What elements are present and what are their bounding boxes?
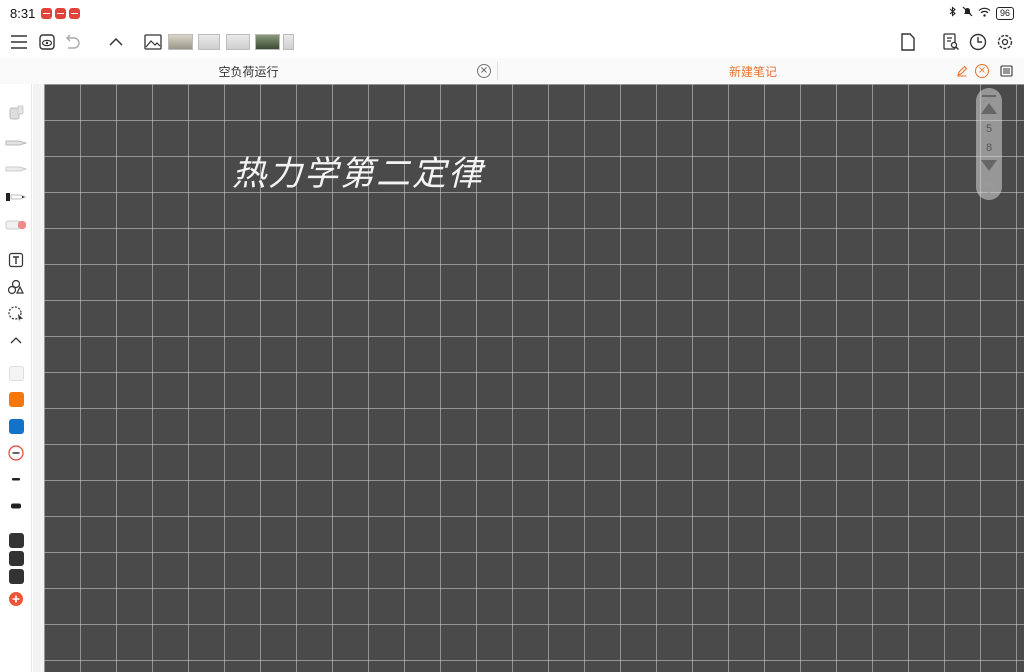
- page-thumbnail[interactable]: [168, 34, 193, 50]
- current-page: 5: [985, 123, 993, 135]
- edit-icon[interactable]: [955, 64, 969, 78]
- image-icon[interactable]: [141, 30, 165, 54]
- first-page-bar[interactable]: [982, 95, 996, 97]
- chevron-up-icon[interactable]: [5, 331, 27, 349]
- wifi-icon: [978, 7, 991, 20]
- pencil-icon[interactable]: [5, 160, 27, 178]
- tab-label: 新建笔记: [728, 64, 777, 79]
- stroke-width-thin[interactable]: [5, 470, 27, 488]
- tool-rail: [0, 84, 32, 672]
- tab-bar: 空负荷运行 × 新建笔记 ×: [0, 58, 1024, 84]
- canvas-margin: [33, 84, 44, 672]
- menu-icon[interactable]: [7, 30, 31, 54]
- top-toolbar: [0, 28, 1024, 58]
- tab-new-note[interactable]: 新建笔记: [498, 58, 1008, 84]
- eraser-icon[interactable]: [5, 216, 27, 234]
- page-up-icon[interactable]: [980, 100, 998, 119]
- settings-icon[interactable]: [993, 30, 1017, 54]
- add-color-icon[interactable]: [5, 590, 27, 608]
- search-doc-icon[interactable]: [939, 30, 963, 54]
- shapes-icon[interactable]: [5, 278, 27, 296]
- status-bar: 8:31 96: [0, 0, 1024, 26]
- color-swatch-dark[interactable]: [9, 533, 24, 548]
- text-tool-icon[interactable]: [5, 251, 27, 269]
- chevron-up-icon[interactable]: [104, 30, 128, 54]
- color-swatch-white[interactable]: [9, 366, 24, 381]
- lasso-select-icon[interactable]: [5, 305, 27, 323]
- tab-label: 空负荷运行: [218, 64, 279, 79]
- close-icon[interactable]: ×: [975, 64, 989, 78]
- color-swatch-orange[interactable]: [9, 392, 24, 407]
- status-indicators: 96: [949, 6, 1014, 20]
- color-swatch-blue[interactable]: [9, 419, 24, 434]
- page-thumbnail[interactable]: [198, 34, 220, 50]
- battery-indicator: 96: [995, 6, 1014, 20]
- page-navigator: 5 8: [976, 88, 1002, 200]
- undo-icon[interactable]: [60, 30, 84, 54]
- total-pages: 8: [985, 142, 993, 154]
- page-thumbnail[interactable]: [226, 34, 250, 50]
- marker-icon[interactable]: [5, 188, 27, 206]
- color-swatch-dark[interactable]: [9, 569, 24, 584]
- page-thumbnail[interactable]: [283, 34, 294, 50]
- layers-icon[interactable]: [980, 178, 998, 198]
- status-time: 8:31: [10, 5, 36, 21]
- fountain-pen-icon[interactable]: [5, 104, 27, 122]
- tab-list-icon[interactable]: [999, 64, 1013, 78]
- page-down-icon[interactable]: [980, 158, 998, 177]
- mute-icon: [962, 6, 973, 20]
- bluetooth-icon: [949, 6, 957, 20]
- eye-icon[interactable]: [35, 30, 59, 54]
- notification-icon: [55, 7, 67, 19]
- stroke-width-thick[interactable]: [5, 497, 27, 515]
- color-swatch-dark[interactable]: [9, 551, 24, 566]
- page-thumbnail[interactable]: [255, 34, 280, 50]
- decrease-size-icon[interactable]: [5, 444, 27, 462]
- tab-empty-load[interactable]: 空负荷运行: [0, 58, 497, 84]
- close-icon[interactable]: ×: [477, 64, 491, 78]
- notification-icon: [69, 7, 81, 19]
- new-page-icon[interactable]: [896, 30, 920, 54]
- history-icon[interactable]: [966, 30, 990, 54]
- note-canvas[interactable]: 热力学第二定律: [44, 84, 984, 672]
- notification-icon: [41, 7, 53, 19]
- pen-icon[interactable]: [5, 134, 27, 152]
- handwritten-title: 热力学第二定律: [232, 154, 484, 194]
